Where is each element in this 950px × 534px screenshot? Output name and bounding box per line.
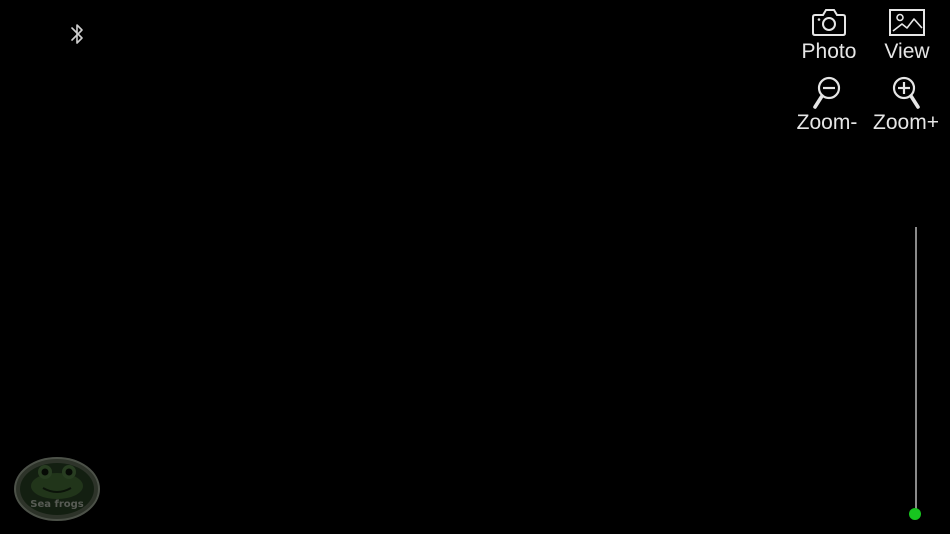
zoom-out-icon	[813, 76, 841, 109]
camera-icon	[812, 9, 846, 36]
zoom-slider-thumb[interactable]	[909, 508, 921, 520]
zoom-out-button[interactable]: Zoom-	[789, 75, 865, 139]
zoom-in-label: Zoom+	[873, 111, 939, 134]
photo-label: Photo	[801, 40, 857, 63]
photo-button[interactable]: Photo	[791, 4, 867, 68]
camera-viewfinder: Photo View Zoom- Zoom+ Sea frogs	[0, 0, 950, 534]
bluetooth-icon	[71, 24, 83, 44]
sea-frogs-logo: Sea frogs	[14, 457, 100, 521]
zoom-out-label: Zoom-	[796, 111, 858, 134]
view-label: View	[884, 40, 930, 63]
zoom-in-button[interactable]: Zoom+	[868, 75, 944, 139]
zoom-in-icon	[892, 76, 920, 109]
view-button[interactable]: View	[869, 4, 945, 68]
logo-text: Sea frogs	[30, 499, 84, 510]
zoom-slider-track[interactable]	[915, 227, 917, 515]
image-icon	[889, 9, 925, 36]
